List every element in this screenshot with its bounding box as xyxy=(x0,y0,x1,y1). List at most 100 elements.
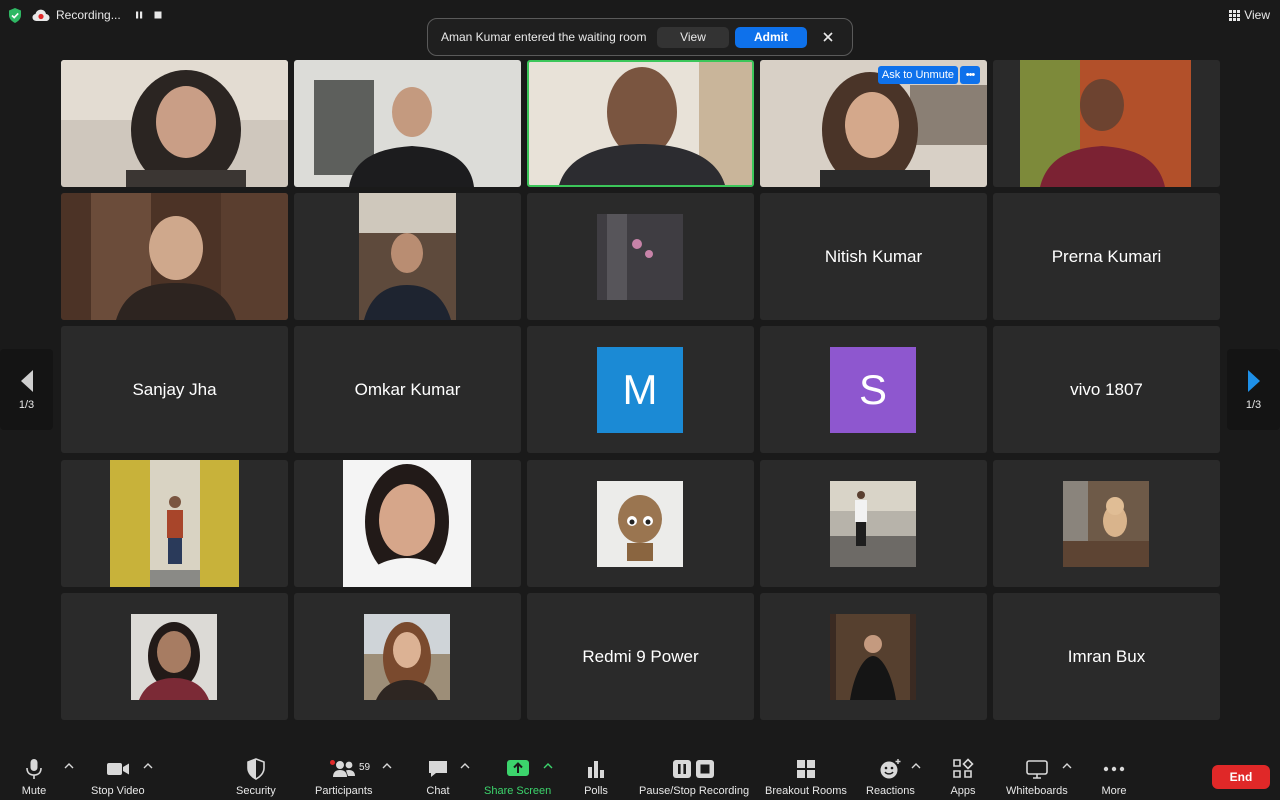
chat-label: Chat xyxy=(426,785,450,797)
view-button[interactable]: View xyxy=(1229,8,1270,22)
microphone-icon xyxy=(26,759,42,779)
admit-button[interactable]: Admit xyxy=(735,26,807,48)
whiteboard-icon xyxy=(1026,760,1048,779)
cloud-recording-icon xyxy=(32,9,50,21)
participant-profile-picture xyxy=(597,214,683,300)
participant-tile[interactable]: Omkar Kumar xyxy=(294,326,521,453)
participant-tile[interactable]: Redmi 9 Power xyxy=(527,593,754,720)
participant-profile-picture xyxy=(110,460,239,587)
stop-video-label: Stop Video xyxy=(91,785,145,797)
whiteboards-label: Whiteboards xyxy=(1006,785,1068,797)
apps-icon xyxy=(953,758,974,778)
reactions-label: Reactions xyxy=(866,785,915,797)
chevron-up-icon[interactable] xyxy=(1062,762,1072,770)
shield-icon xyxy=(247,758,265,780)
waiting-room-message: Aman Kumar entered the waiting room xyxy=(441,30,647,44)
participant-tile[interactable] xyxy=(993,60,1220,187)
participant-tile[interactable] xyxy=(760,593,987,720)
more-button[interactable]: More xyxy=(1101,758,1127,797)
grid-view-icon xyxy=(1229,9,1241,21)
chat-button[interactable]: Chat xyxy=(425,758,451,797)
participant-tile[interactable] xyxy=(993,460,1220,587)
participant-tile[interactable] xyxy=(527,460,754,587)
participant-tile[interactable] xyxy=(527,193,754,320)
video-camera-icon xyxy=(106,763,129,775)
chevron-up-icon[interactable] xyxy=(460,762,470,770)
apps-button[interactable]: Apps xyxy=(950,758,976,797)
more-dots-icon xyxy=(1103,766,1125,772)
pause-recording-icon[interactable] xyxy=(133,9,145,21)
recording-indicator[interactable]: Recording... xyxy=(32,5,121,25)
chevron-up-icon[interactable] xyxy=(382,762,392,770)
participant-tile[interactable] xyxy=(294,460,521,587)
apps-label: Apps xyxy=(950,785,976,797)
chevron-up-icon[interactable] xyxy=(911,762,921,770)
participant-tile[interactable]: S xyxy=(760,326,987,453)
breakout-rooms-button[interactable]: Breakout Rooms xyxy=(765,758,847,797)
participant-name: Imran Bux xyxy=(1067,646,1146,666)
polls-icon xyxy=(588,761,604,778)
chevron-up-icon[interactable] xyxy=(64,762,74,770)
chevron-up-icon[interactable] xyxy=(143,762,153,770)
more-options-button[interactable]: ••• xyxy=(960,66,980,84)
stop-video-button[interactable]: Stop Video xyxy=(91,758,145,797)
participant-video xyxy=(61,60,288,187)
participant-tile[interactable] xyxy=(61,593,288,720)
view-label: View xyxy=(1244,8,1270,22)
end-meeting-button[interactable]: End xyxy=(1212,765,1270,789)
arrow-right-icon xyxy=(1247,369,1260,392)
reactions-button[interactable]: Reactions xyxy=(866,758,915,797)
participant-profile-picture xyxy=(364,614,450,700)
whiteboards-button[interactable]: Whiteboards xyxy=(1006,758,1068,797)
participant-name: Omkar Kumar xyxy=(354,379,461,399)
next-page-button[interactable]: 1/3 xyxy=(1227,349,1280,430)
view-waiting-room-button[interactable]: View xyxy=(657,26,729,48)
participant-tile[interactable]: Sanjay Jha xyxy=(61,326,288,453)
previous-page-button[interactable]: 1/3 xyxy=(0,349,53,430)
more-label: More xyxy=(1101,785,1127,797)
participants-alert-dot xyxy=(330,760,335,765)
participant-tile[interactable]: Imran Bux xyxy=(993,593,1220,720)
share-screen-label: Share Screen xyxy=(484,785,552,797)
participant-tile[interactable]: Nitish Kumar xyxy=(760,193,987,320)
participant-name: Nitish Kumar xyxy=(824,246,923,266)
pause-stop-recording-button[interactable]: Pause/Stop Recording xyxy=(639,758,749,797)
stop-recording-icon[interactable] xyxy=(152,9,164,21)
breakout-rooms-label: Breakout Rooms xyxy=(765,785,847,797)
participant-video xyxy=(294,60,521,187)
security-button[interactable]: Security xyxy=(236,758,276,797)
security-shield-icon[interactable] xyxy=(8,8,22,23)
polls-button[interactable]: Polls xyxy=(583,758,609,797)
security-label: Security xyxy=(236,785,276,797)
share-screen-button[interactable]: Share Screen xyxy=(484,758,551,797)
participant-video xyxy=(61,193,288,320)
participant-name: Sanjay Jha xyxy=(132,379,217,399)
participant-tile[interactable] xyxy=(294,593,521,720)
participant-profile-picture xyxy=(1063,481,1149,567)
participant-tile[interactable] xyxy=(61,460,288,587)
chevron-up-icon[interactable] xyxy=(543,762,553,770)
participant-tile[interactable] xyxy=(61,60,288,187)
active-speaker-tile[interactable] xyxy=(527,60,754,187)
participant-tile[interactable] xyxy=(760,460,987,587)
close-icon[interactable] xyxy=(821,30,835,44)
mute-button[interactable]: Mute xyxy=(21,758,47,797)
participant-profile-picture xyxy=(343,460,471,587)
participant-avatar: S xyxy=(830,347,916,433)
participant-tile[interactable]: Prerna Kumari xyxy=(993,193,1220,320)
reactions-smiley-icon xyxy=(880,759,901,779)
participant-tile[interactable] xyxy=(294,193,521,320)
ask-to-unmute-button[interactable]: Ask to Unmute xyxy=(877,66,958,84)
waiting-room-notification: Aman Kumar entered the waiting room View… xyxy=(427,18,853,56)
participant-tile[interactable]: M xyxy=(527,326,754,453)
participant-tile[interactable]: Ask to Unmute ••• xyxy=(760,60,987,187)
participant-profile-picture xyxy=(131,614,217,700)
participant-name: vivo 1807 xyxy=(1070,379,1143,399)
pause-stop-recording-icon xyxy=(673,760,715,778)
participant-tile[interactable] xyxy=(294,60,521,187)
participant-tile[interactable] xyxy=(61,193,288,320)
breakout-rooms-icon xyxy=(796,760,815,778)
arrow-left-icon xyxy=(20,369,33,392)
participant-tile[interactable]: vivo 1807 xyxy=(993,326,1220,453)
page-indicator: 1/3 xyxy=(1245,398,1262,411)
